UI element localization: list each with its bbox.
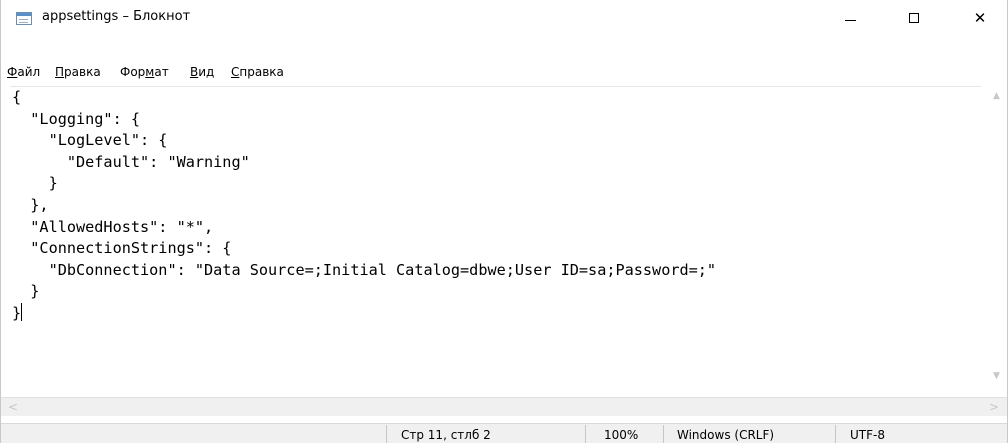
menu-view[interactable]: Вид: [190, 62, 214, 82]
status-divider: [663, 425, 664, 443]
text-editor[interactable]: { "Logging": { "LogLevel": { "Default": …: [10, 86, 981, 388]
menu-format[interactable]: Формат: [120, 62, 169, 82]
status-divider: [386, 425, 387, 443]
close-button[interactable]: ✕: [957, 0, 1003, 36]
zoom-level: 100%: [604, 428, 639, 442]
horizontal-scrollbar[interactable]: < >: [1, 397, 1007, 416]
status-divider: [585, 425, 586, 443]
text-encoding: UTF-8: [850, 428, 885, 442]
scroll-up-icon[interactable]: ▲: [993, 92, 1000, 101]
scroll-right-icon[interactable]: >: [989, 401, 999, 413]
menu-bar: Файл Правка Формат Вид Справка: [1, 62, 1007, 82]
editor-content[interactable]: { "Logging": { "LogLevel": { "Default": …: [10, 87, 981, 325]
menu-help[interactable]: Справка: [231, 62, 284, 82]
menu-edit[interactable]: Правка: [55, 62, 101, 82]
title-bar[interactable]: appsettings – Блокнот ✕: [1, 0, 1007, 36]
vertical-scrollbar[interactable]: ▲ ▼: [988, 86, 1007, 388]
line-ending-type: Windows (CRLF): [677, 428, 775, 442]
scroll-left-icon[interactable]: <: [8, 401, 18, 413]
notepad-window: appsettings – Блокнот ✕ Файл Правка Форм…: [0, 0, 1008, 443]
status-divider: [835, 425, 836, 443]
editor-text: { "Logging": { "LogLevel": { "Default": …: [12, 88, 717, 322]
window-title: appsettings – Блокнот: [42, 9, 191, 24]
notepad-icon[interactable]: [16, 12, 32, 25]
menu-file[interactable]: Файл: [7, 62, 40, 82]
maximize-icon: [909, 13, 919, 23]
minimize-button[interactable]: [827, 0, 873, 36]
cursor-position: Стр 11, стлб 2: [401, 428, 491, 442]
scroll-down-icon[interactable]: ▼: [993, 372, 1000, 381]
maximize-button[interactable]: [891, 0, 937, 36]
status-bar: Стр 11, стлб 2 100% Windows (CRLF) UTF-8: [1, 423, 1007, 443]
text-caret: [21, 302, 23, 321]
close-icon: ✕: [973, 9, 987, 27]
minimize-icon: [844, 19, 856, 21]
